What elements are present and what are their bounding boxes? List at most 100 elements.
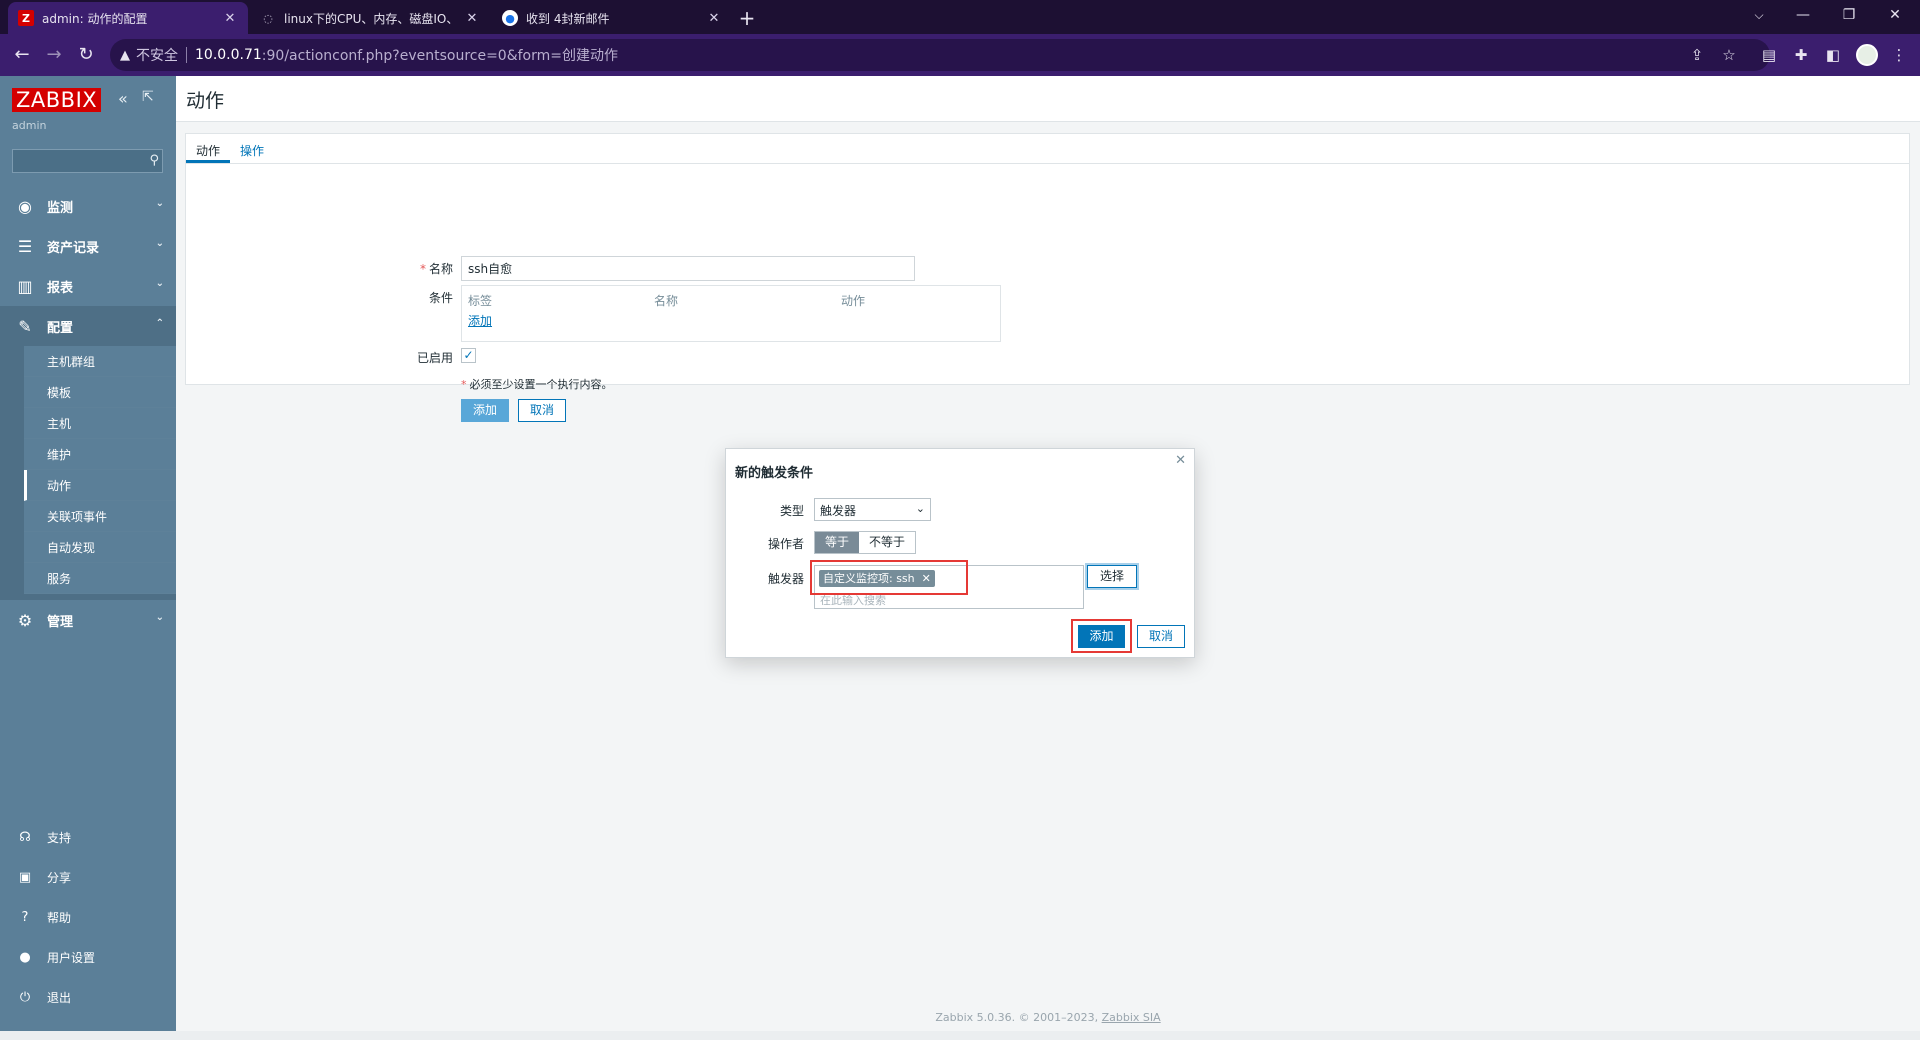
menu-label: 管理 bbox=[47, 614, 74, 630]
tab-title: 收到 4封新邮件 bbox=[526, 11, 610, 26]
name-label: * 名称 bbox=[419, 262, 453, 276]
browser-menu-icon[interactable]: ⋮ bbox=[1888, 44, 1910, 66]
menu-item-help[interactable]: ? 帮助 bbox=[0, 897, 176, 937]
insecure-label[interactable]: 不安全 bbox=[136, 45, 178, 65]
close-tab-icon[interactable]: ✕ bbox=[222, 11, 238, 26]
list-icon: ☰ bbox=[17, 236, 33, 256]
chevron-down-icon: ⌄ bbox=[155, 278, 164, 289]
submenu-item-actions[interactable]: 动作 bbox=[24, 470, 176, 501]
collapse-sidebar-icon[interactable]: « bbox=[118, 89, 128, 108]
reload-icon[interactable]: ↻ bbox=[72, 41, 100, 69]
page-footer: Zabbix 5.0.36. © 2001–2023, Zabbix SIA bbox=[176, 1011, 1920, 1024]
menu-label: 监测 bbox=[47, 200, 74, 216]
menu-item-inventory[interactable]: ☰ 资产记录 ⌄ bbox=[0, 226, 176, 266]
select-trigger-button[interactable]: 选择 bbox=[1087, 565, 1137, 588]
help-icon: ? bbox=[21, 909, 29, 925]
side-panel-icon[interactable]: ◧ bbox=[1822, 44, 1844, 66]
eye-icon: ◉ bbox=[18, 196, 32, 216]
enabled-checkbox[interactable]: ✓ bbox=[461, 348, 476, 363]
tab-title: linux下的CPU、内存、磁盘IO、 bbox=[284, 11, 459, 26]
submenu-item-services[interactable]: 服务 bbox=[24, 563, 176, 594]
highlight-box-trigger bbox=[810, 560, 968, 595]
browser-tab-mail[interactable]: ● 收到 4封新邮件 ✕ bbox=[492, 2, 732, 34]
type-select[interactable]: 触发器 ⌄ bbox=[814, 498, 931, 521]
submenu-item-discovery[interactable]: 自动发现 bbox=[24, 532, 176, 563]
sidebar-search-input[interactable]: ⚲ bbox=[12, 149, 163, 173]
browser-toolbar: ← → ↻ ▲ 不安全 10.0.0.71 :90/actionconf.php… bbox=[0, 34, 1920, 76]
page-header: 动作 bbox=[176, 76, 1920, 122]
share-icon: ▣ bbox=[18, 869, 32, 885]
checkmark-icon: ✓ bbox=[463, 348, 474, 362]
submenu-item-maintenance[interactable]: 维护 bbox=[24, 439, 176, 470]
menu-item-sign-out[interactable]: ⏻ 退出 bbox=[0, 977, 176, 1017]
url-host: 10.0.0.71 bbox=[195, 47, 262, 63]
chevron-down-icon: ⌄ bbox=[155, 238, 164, 249]
reading-list-icon[interactable]: ▤ bbox=[1758, 44, 1780, 66]
headset-icon: ☊ bbox=[19, 829, 31, 845]
back-arrow-icon[interactable]: ← bbox=[8, 41, 36, 69]
close-window-icon[interactable]: ✕ bbox=[1872, 0, 1918, 34]
type-select-value: 触发器 bbox=[820, 504, 857, 518]
menu-item-administration[interactable]: ⚙ 管理 ⌄ bbox=[0, 600, 176, 640]
page-title: 动作 bbox=[186, 90, 225, 112]
new-condition-dialog: 新的触发条件 ✕ 类型 触发器 ⌄ 操作者 等于 不等于 触发器 自定义监控项:… bbox=[725, 448, 1195, 658]
user-icon: ● bbox=[19, 949, 31, 965]
mail-favicon-icon: ● bbox=[502, 10, 518, 26]
cancel-condition-button[interactable]: 取消 bbox=[1137, 625, 1185, 648]
share-page-icon[interactable]: ⇪ bbox=[1686, 44, 1708, 66]
zabbix-logo[interactable]: ZABBIX bbox=[12, 88, 102, 112]
menu-item-configuration[interactable]: ✎ 配置 ⌃ bbox=[0, 306, 176, 346]
form-tabs: 动作 操作 bbox=[186, 134, 1909, 164]
type-label: 类型 bbox=[779, 504, 804, 518]
name-input[interactable]: ssh自愈 bbox=[461, 256, 915, 281]
cancel-action-button[interactable]: 取消 bbox=[518, 399, 566, 422]
tab-search-icon[interactable]: ⌵ bbox=[1736, 0, 1782, 34]
menu-item-reports[interactable]: ▥ 报表 ⌄ bbox=[0, 266, 176, 306]
submenu-item-hosts[interactable]: 主机 bbox=[24, 408, 176, 439]
operations-warning: * 必须至少设置一个执行内容。 bbox=[461, 378, 613, 391]
submenu-item-event-correlation[interactable]: 关联项事件 bbox=[24, 501, 176, 532]
menu-item-support[interactable]: ☊ 支持 bbox=[0, 817, 176, 857]
browser-tab-active[interactable]: Z admin: 动作的配置 ✕ bbox=[8, 2, 248, 34]
new-tab-button[interactable]: + bbox=[733, 4, 761, 32]
close-tab-icon[interactable]: ✕ bbox=[706, 11, 722, 26]
menu-item-share[interactable]: ▣ 分享 bbox=[0, 857, 176, 897]
submenu-item-templates[interactable]: 模板 bbox=[24, 377, 176, 408]
bookmark-star-icon[interactable]: ☆ bbox=[1718, 44, 1740, 66]
add-action-button[interactable]: 添加 bbox=[461, 399, 509, 422]
operator-equals[interactable]: 等于 bbox=[815, 532, 860, 553]
minimize-icon[interactable]: — bbox=[1780, 0, 1826, 34]
extensions-puzzle-icon[interactable]: ✚ bbox=[1790, 44, 1812, 66]
tab-operations[interactable]: 操作 bbox=[240, 142, 264, 159]
footer-link[interactable]: Zabbix SIA bbox=[1102, 1011, 1161, 1024]
conditions-label: 条件 bbox=[428, 291, 453, 305]
menu-item-user-settings[interactable]: ● 用户设置 bbox=[0, 937, 176, 977]
submenu-item-host-groups[interactable]: 主机群组 bbox=[24, 346, 176, 377]
warning-triangle-icon[interactable]: ▲ bbox=[120, 48, 130, 63]
restore-icon[interactable]: ❐ bbox=[1826, 0, 1872, 34]
browser-tab-strip: Z admin: 动作的配置 ✕ ◌ linux下的CPU、内存、磁盘IO、 ✕… bbox=[0, 0, 1920, 34]
cond-header-label: 标签 bbox=[468, 294, 493, 308]
search-icon[interactable]: ⚲ bbox=[149, 153, 159, 168]
close-tab-icon[interactable]: ✕ bbox=[464, 11, 480, 26]
chevron-down-icon: ⌄ bbox=[155, 612, 164, 623]
active-tab-indicator bbox=[186, 160, 230, 163]
cond-header-name: 名称 bbox=[654, 294, 679, 308]
address-bar[interactable]: ▲ 不安全 10.0.0.71 :90/actionconf.php?event… bbox=[110, 39, 1770, 71]
menu-item-monitoring[interactable]: ◉ 监测 ⌄ bbox=[0, 186, 176, 226]
operator-not-equals[interactable]: 不等于 bbox=[859, 532, 916, 553]
bar-chart-icon: ▥ bbox=[17, 276, 33, 296]
browser-tab-linux[interactable]: ◌ linux下的CPU、内存、磁盘IO、 ✕ bbox=[250, 2, 490, 34]
forward-arrow-icon[interactable]: → bbox=[40, 41, 68, 69]
power-icon: ⏻ bbox=[19, 989, 31, 1005]
kiosk-mode-icon[interactable]: ⇱ bbox=[142, 89, 154, 105]
add-condition-link[interactable]: 添加 bbox=[468, 312, 492, 329]
action-form-card: 动作 操作 * 名称 ssh自愈 条件 标签 名称 动作 添加 已启用 ✓ * 必须… bbox=[185, 133, 1910, 422]
url-path: :90/actionconf.php?eventsource=0&form=创建… bbox=[261, 48, 619, 64]
zabbix-sidebar: ZABBIX « ⇱ admin ⚲ ◉ 监测 ⌄ ☰ 资产记录 ⌄ ▥ 报表 … bbox=[0, 76, 176, 1031]
sidebar-username: admin bbox=[12, 119, 47, 132]
close-icon[interactable]: ✕ bbox=[1175, 453, 1186, 468]
tab-action[interactable]: 动作 bbox=[196, 142, 220, 159]
profile-avatar[interactable] bbox=[1856, 44, 1878, 66]
main-menu: ◉ 监测 ⌄ ☰ 资产记录 ⌄ ▥ 报表 ⌄ ✎ 配置 ⌃ 主机群组 模板 主机… bbox=[0, 186, 176, 640]
